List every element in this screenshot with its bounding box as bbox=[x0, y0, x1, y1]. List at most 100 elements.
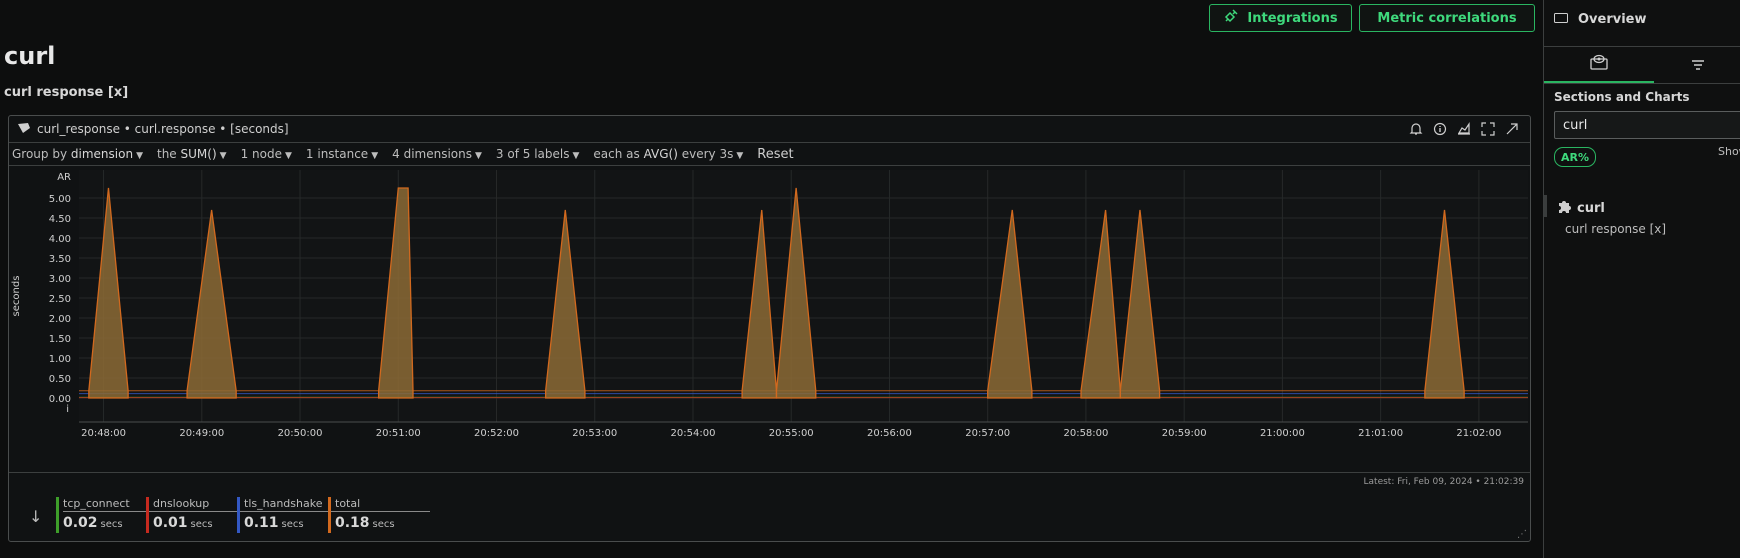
y-tick-label: 0.50 bbox=[49, 374, 71, 385]
legend-value: 0.18 secs bbox=[335, 515, 430, 531]
legend-item-total[interactable]: total 0.18 secs bbox=[328, 497, 430, 533]
legend-name: dnslookup bbox=[153, 497, 248, 512]
panel-icon bbox=[1554, 12, 1568, 27]
latest-timestamp: Latest: Fri, Feb 09, 2024 • 21:02:39 bbox=[1363, 477, 1524, 487]
chart-legend: Latest: Fri, Feb 09, 2024 • 21:02:39 ↓ t… bbox=[9, 472, 1530, 543]
bell-icon[interactable] bbox=[1408, 121, 1424, 137]
y-tick-label: 3.00 bbox=[49, 274, 71, 285]
legend-value-number: 0.01 bbox=[153, 515, 188, 531]
right-sidebar: Overview Sections and Charts AR% Show cu… bbox=[1543, 0, 1740, 558]
x-tick-label: 20:56:00 bbox=[867, 428, 912, 439]
dimensions-dropdown[interactable]: 4 dimensions ▼ bbox=[392, 147, 482, 161]
legend-color-bar bbox=[237, 497, 240, 533]
group-by-dropdown[interactable]: Group by dimension ▼ bbox=[12, 147, 143, 161]
legend-value: 0.11 secs bbox=[244, 515, 339, 531]
ar-percent-badge[interactable]: AR% bbox=[1554, 147, 1597, 167]
puzzle-icon bbox=[1557, 199, 1571, 217]
sidebar-tabs bbox=[1544, 46, 1740, 84]
filter-icon bbox=[1691, 56, 1705, 75]
legend-color-bar bbox=[328, 497, 331, 533]
metric-correlations-button[interactable]: Metric correlations bbox=[1359, 4, 1535, 32]
legend-item-dnslookup[interactable]: dnslookup 0.01 secs bbox=[146, 497, 248, 533]
metric-correlations-label: Metric correlations bbox=[1377, 10, 1517, 26]
drag-icon[interactable] bbox=[1504, 121, 1520, 137]
legend-value-unit: secs bbox=[190, 519, 213, 530]
legend-name: tls_handshake bbox=[244, 497, 339, 512]
sidebar-item-curl-response[interactable]: curl response [x] bbox=[1565, 222, 1666, 236]
sidebar-section-label: curl bbox=[1577, 200, 1605, 216]
x-tick-label: 20:52:00 bbox=[474, 428, 519, 439]
x-tick-label: 20:59:00 bbox=[1162, 428, 1207, 439]
sections-search-input[interactable] bbox=[1554, 111, 1740, 139]
chart-title: curl_response • curl.response • [seconds… bbox=[37, 122, 289, 136]
labels-dropdown[interactable]: 3 of 5 labels ▼ bbox=[496, 147, 579, 161]
eye-monitor-icon bbox=[1590, 53, 1608, 75]
legend-value-number: 0.02 bbox=[63, 515, 98, 531]
caret-down-icon: ▼ bbox=[219, 151, 227, 161]
nodes-dropdown[interactable]: 1 node ▼ bbox=[241, 147, 292, 161]
caret-down-icon: ▼ bbox=[136, 151, 143, 161]
legend-value-unit: secs bbox=[281, 519, 304, 530]
overview-toggle[interactable]: Overview bbox=[1554, 12, 1647, 27]
chart-toolbar: Group by dimension ▼ the SUM() ▼ 1 node ▼ 1… bbox=[9, 143, 1530, 166]
show-toggle[interactable]: Show bbox=[1718, 145, 1740, 158]
reset-button[interactable]: Reset bbox=[757, 147, 793, 162]
caret-down-icon: ▼ bbox=[572, 151, 580, 161]
instances-dropdown[interactable]: 1 instance ▼ bbox=[306, 147, 378, 161]
chart-type-switch-icon[interactable] bbox=[1456, 121, 1472, 137]
plug-icon bbox=[1223, 8, 1239, 28]
y-axis-top-label: AR bbox=[57, 172, 71, 183]
y-axis-label: seconds bbox=[11, 276, 22, 317]
chart-header: curl_response • curl.response • [seconds… bbox=[9, 116, 1530, 143]
y-axis-bottom-label: i bbox=[66, 404, 69, 415]
x-tick-label: 21:00:00 bbox=[1260, 428, 1305, 439]
aggregation-dropdown[interactable]: the SUM() ▼ bbox=[157, 147, 227, 161]
legend-item-tls_handshake[interactable]: tls_handshake 0.11 secs bbox=[237, 497, 339, 533]
legend-value: 0.02 secs bbox=[63, 515, 158, 531]
tab-charts[interactable] bbox=[1544, 47, 1654, 83]
y-tick-label: 2.00 bbox=[49, 314, 71, 325]
legend-value-number: 0.11 bbox=[244, 515, 279, 531]
y-tick-label: 5.00 bbox=[49, 194, 71, 205]
x-tick-label: 20:55:00 bbox=[769, 428, 814, 439]
y-tick-label: 4.00 bbox=[49, 234, 71, 245]
section-marker bbox=[1544, 195, 1547, 217]
page-title: curl bbox=[4, 42, 56, 70]
section-title: curl response [x] bbox=[4, 85, 129, 100]
x-tick-label: 20:57:00 bbox=[965, 428, 1010, 439]
sections-and-charts-label: Sections and Charts bbox=[1554, 90, 1690, 104]
time-aggregation-dropdown[interactable]: each as AVG() every 3s ▼ bbox=[593, 147, 743, 161]
fullscreen-icon[interactable] bbox=[1480, 121, 1496, 137]
info-icon[interactable] bbox=[1432, 121, 1448, 137]
y-tick-label: 4.50 bbox=[49, 214, 71, 225]
sidebar-section-curl[interactable]: curl bbox=[1557, 199, 1605, 217]
y-tick-label: 3.50 bbox=[49, 254, 71, 265]
x-tick-label: 20:50:00 bbox=[278, 428, 323, 439]
tab-filters[interactable] bbox=[1654, 47, 1740, 83]
integrations-label: Integrations bbox=[1247, 10, 1338, 26]
x-tick-label: 20:58:00 bbox=[1063, 428, 1108, 439]
resize-grip-icon[interactable]: ⋰ bbox=[1517, 529, 1527, 540]
integrations-button[interactable]: Integrations bbox=[1209, 4, 1352, 32]
legend-value-unit: secs bbox=[100, 519, 123, 530]
legend-value-number: 0.18 bbox=[335, 515, 370, 531]
legend-item-tcp_connect[interactable]: tcp_connect 0.02 secs bbox=[56, 497, 158, 533]
x-tick-label: 21:01:00 bbox=[1358, 428, 1403, 439]
chart-panel: curl_response • curl.response • [seconds… bbox=[8, 115, 1531, 542]
y-tick-label: 2.50 bbox=[49, 294, 71, 305]
x-tick-label: 20:49:00 bbox=[179, 428, 224, 439]
x-tick-label: 20:48:00 bbox=[81, 428, 126, 439]
legend-color-bar bbox=[56, 497, 59, 533]
x-tick-label: 21:02:00 bbox=[1456, 428, 1501, 439]
chart-plot[interactable]: 0.000.501.001.502.002.503.003.504.004.50… bbox=[9, 166, 1530, 471]
y-tick-label: 1.00 bbox=[49, 354, 71, 365]
chart-type-icon bbox=[17, 122, 31, 137]
legend-name: total bbox=[335, 497, 430, 512]
legend-value: 0.01 secs bbox=[153, 515, 248, 531]
x-tick-label: 20:53:00 bbox=[572, 428, 617, 439]
caret-down-icon: ▼ bbox=[284, 151, 292, 161]
arrow-down-icon: ↓ bbox=[29, 507, 43, 526]
y-tick-label: 1.50 bbox=[49, 334, 71, 345]
legend-color-bar bbox=[146, 497, 149, 533]
overview-label: Overview bbox=[1578, 12, 1647, 27]
